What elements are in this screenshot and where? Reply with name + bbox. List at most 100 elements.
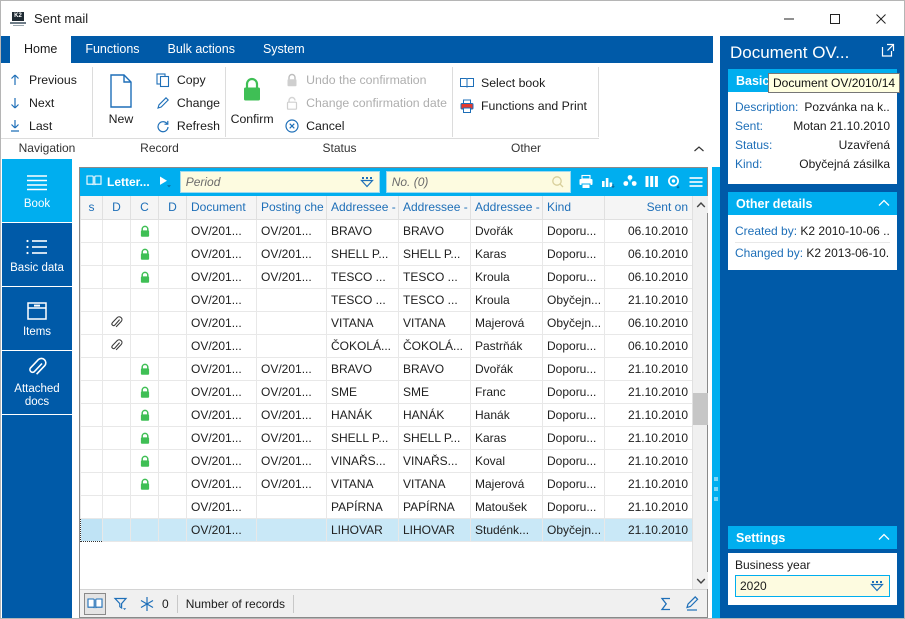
pivot-tree-icon[interactable] bbox=[619, 168, 641, 196]
cell-sent[interactable]: 21.10.2010 bbox=[604, 425, 693, 450]
filter-funnel-icon[interactable] bbox=[110, 593, 132, 615]
business-year-combobox[interactable]: 2020 bbox=[735, 575, 890, 597]
table-row[interactable]: OV/201... OV/201... SME SME Franc Doporu... 21… bbox=[80, 379, 693, 404]
tab-home[interactable]: Home bbox=[10, 36, 72, 63]
cell-d1[interactable] bbox=[102, 494, 131, 519]
grid-vertical-scrollbar[interactable] bbox=[692, 196, 708, 589]
cell-addr1[interactable]: VINAŘS... bbox=[326, 448, 399, 473]
cell-document[interactable]: OV/201... bbox=[186, 356, 257, 381]
tab-system[interactable]: System bbox=[249, 36, 319, 63]
cell-posting[interactable]: OV/201... bbox=[256, 425, 327, 450]
cell-posting[interactable] bbox=[256, 333, 327, 358]
cell-addr3[interactable]: Karas bbox=[470, 241, 543, 266]
cell-s[interactable] bbox=[80, 356, 103, 381]
cell-d1[interactable] bbox=[102, 264, 131, 289]
cell-s[interactable] bbox=[80, 448, 103, 473]
cell-kind[interactable]: Doporu... bbox=[542, 402, 605, 427]
undo-confirmation-button[interactable]: Undo the confirmation bbox=[278, 68, 453, 91]
cell-addr1[interactable]: BRAVO bbox=[326, 218, 399, 243]
cell-posting[interactable] bbox=[256, 494, 327, 519]
column-header-s[interactable]: s bbox=[80, 196, 103, 220]
cell-kind[interactable]: Doporu... bbox=[542, 241, 605, 266]
cell-d2[interactable] bbox=[158, 448, 187, 473]
cell-addr1[interactable]: ČOKOLÁ... bbox=[326, 333, 399, 358]
cell-document[interactable]: OV/201... bbox=[186, 379, 257, 404]
scroll-down-button[interactable] bbox=[693, 572, 708, 589]
cell-sent[interactable]: 21.10.2010 bbox=[604, 517, 693, 542]
cell-c[interactable] bbox=[130, 448, 159, 473]
column-header-addr3[interactable]: Addressee - bbox=[470, 196, 543, 220]
cell-d1[interactable] bbox=[102, 402, 131, 427]
cell-addr3[interactable]: Pastrňák bbox=[470, 333, 543, 358]
cell-document[interactable]: OV/201... bbox=[186, 287, 257, 312]
cell-addr2[interactable]: ČOKOLÁ... bbox=[398, 333, 471, 358]
cell-addr3[interactable]: Kroula bbox=[470, 264, 543, 289]
cell-kind[interactable]: Doporu... bbox=[542, 425, 605, 450]
cell-c[interactable] bbox=[130, 425, 159, 450]
cell-addr2[interactable]: VITANA bbox=[398, 471, 471, 496]
cell-d2[interactable] bbox=[158, 494, 187, 519]
copy-button[interactable]: Copy bbox=[149, 68, 226, 91]
cell-posting[interactable]: OV/201... bbox=[256, 402, 327, 427]
cell-addr3[interactable]: Koval bbox=[470, 448, 543, 473]
cell-kind[interactable]: Obyčejn... bbox=[542, 517, 605, 542]
table-row[interactable]: OV/201... PAPÍRNA PAPÍRNA Matoušek Doporu...… bbox=[80, 494, 693, 519]
cell-d2[interactable] bbox=[158, 356, 187, 381]
cell-addr1[interactable]: HANÁK bbox=[326, 402, 399, 427]
ribbon-collapse-button[interactable] bbox=[691, 141, 707, 157]
number-field[interactable]: No. (0) bbox=[385, 171, 571, 193]
cell-document[interactable]: OV/201... bbox=[186, 448, 257, 473]
confirm-button[interactable]: Confirm bbox=[226, 68, 278, 126]
calendar-picker-icon[interactable] bbox=[868, 577, 886, 598]
cell-addr1[interactable]: SHELL P... bbox=[326, 241, 399, 266]
table-row[interactable]: OV/201... OV/201... BRAVO BRAVO Dvořák Doporu… bbox=[80, 218, 693, 243]
cell-s[interactable] bbox=[80, 425, 103, 450]
cell-d1[interactable] bbox=[102, 287, 131, 312]
cell-d2[interactable] bbox=[158, 402, 187, 427]
change-confirmation-date-button[interactable]: Change confirmation date bbox=[278, 91, 453, 114]
change-button[interactable]: Change bbox=[149, 91, 226, 114]
sidebar-item-items[interactable]: Items bbox=[2, 287, 72, 351]
cell-posting[interactable]: OV/201... bbox=[256, 379, 327, 404]
cell-addr1[interactable]: VITANA bbox=[326, 310, 399, 335]
cell-d2[interactable] bbox=[158, 379, 187, 404]
cell-d2[interactable] bbox=[158, 241, 187, 266]
cell-addr3[interactable]: Kroula bbox=[470, 287, 543, 312]
calendar-picker-icon[interactable] bbox=[358, 173, 376, 191]
scrollbar-thumb[interactable] bbox=[693, 393, 708, 425]
cell-s[interactable] bbox=[80, 517, 103, 542]
cell-sent[interactable]: 21.10.2010 bbox=[604, 287, 693, 312]
cell-sent[interactable]: 21.10.2010 bbox=[604, 379, 693, 404]
cell-c[interactable] bbox=[130, 379, 159, 404]
cell-document[interactable]: OV/201... bbox=[186, 494, 257, 519]
cell-c[interactable] bbox=[130, 471, 159, 496]
section-header-settings[interactable]: Settings bbox=[728, 526, 897, 549]
functions-and-print-button[interactable]: Functions and Print bbox=[453, 94, 593, 117]
cell-addr2[interactable]: TESCO ... bbox=[398, 287, 471, 312]
cell-addr1[interactable]: SME bbox=[326, 379, 399, 404]
cell-c[interactable] bbox=[130, 494, 159, 519]
cell-d2[interactable] bbox=[158, 287, 187, 312]
table-row[interactable]: OV/201... TESCO ... TESCO ... Kroula Obyčejn… bbox=[80, 287, 693, 312]
cell-kind[interactable]: Doporu... bbox=[542, 264, 605, 289]
cell-sent[interactable]: 06.10.2010 bbox=[604, 333, 693, 358]
chevron-up-icon[interactable] bbox=[877, 197, 891, 211]
cell-addr1[interactable]: VITANA bbox=[326, 471, 399, 496]
column-header-kind[interactable]: Kind bbox=[542, 196, 605, 220]
scroll-up-button[interactable] bbox=[693, 196, 708, 213]
cell-document[interactable]: OV/201... bbox=[186, 471, 257, 496]
cell-kind[interactable]: Doporu... bbox=[542, 218, 605, 243]
cell-s[interactable] bbox=[80, 241, 103, 266]
cell-d1[interactable] bbox=[102, 379, 131, 404]
table-row[interactable]: OV/201... OV/201... SHELL P... SHELL P... Ka… bbox=[80, 241, 693, 266]
cell-d2[interactable] bbox=[158, 333, 187, 358]
cell-addr1[interactable]: SHELL P... bbox=[326, 425, 399, 450]
cell-kind[interactable]: Doporu... bbox=[542, 471, 605, 496]
table-row[interactable]: OV/201... OV/201... VINAŘS... VINAŘS... Kova… bbox=[80, 448, 693, 473]
cell-addr3[interactable]: Studénk... bbox=[470, 517, 543, 542]
cell-s[interactable] bbox=[80, 264, 103, 289]
cell-s[interactable] bbox=[80, 333, 103, 358]
cell-kind[interactable]: Obyčejn... bbox=[542, 310, 605, 335]
cell-addr3[interactable]: Franc bbox=[470, 379, 543, 404]
open-external-icon[interactable] bbox=[880, 42, 896, 63]
